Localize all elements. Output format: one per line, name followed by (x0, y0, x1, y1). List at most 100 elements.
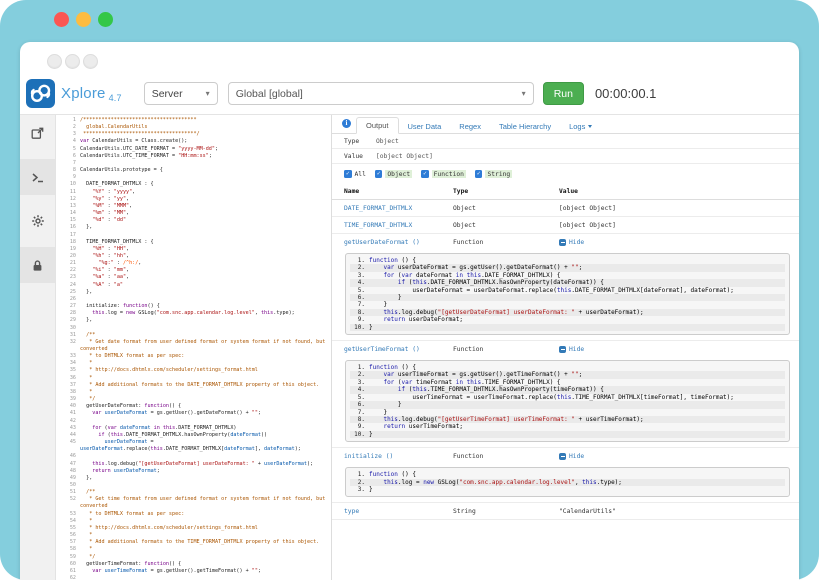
property-link[interactable]: initialize () (344, 453, 453, 460)
line-number: 47 (56, 461, 80, 468)
hide-link[interactable]: Hide (559, 453, 799, 460)
hide-link[interactable]: Hide (559, 239, 799, 246)
line-number: 11 (56, 189, 80, 196)
code-line: 10.} (350, 324, 785, 331)
caret-down-icon (588, 125, 592, 128)
code-line: 1.function () { (350, 471, 785, 478)
code-editor[interactable]: 1/*************************************2… (56, 115, 331, 580)
code-line: 45 userDateFormat = userDateFormat.repla… (56, 439, 331, 453)
property-link[interactable]: getUserTimeFormat () (344, 346, 453, 353)
browser-frame: Xplore4.7 Server▾ Global [global]▾ Run 0… (0, 0, 819, 580)
type-filter-bar: All Object Function String (332, 164, 799, 183)
property-link[interactable]: TIME_FORMAT_DHTMLX (344, 222, 453, 229)
result-value-value: [object Object] (376, 153, 433, 160)
checkbox-object[interactable] (375, 170, 383, 178)
tab-user-data[interactable]: User Data (399, 119, 451, 134)
info-tab[interactable]: i (342, 115, 351, 130)
line-number: 5 (56, 146, 80, 153)
code-line: 2. var userDateFormat = gs.getUser().get… (350, 264, 785, 271)
code-line: 29 }, (56, 317, 331, 324)
settings-button[interactable] (20, 203, 55, 239)
security-button[interactable] (20, 247, 55, 283)
tab-output[interactable]: Output (356, 117, 399, 134)
function-source-block: 1.function () {2. var userDateFormat = g… (345, 253, 790, 335)
terminal-icon (31, 171, 44, 184)
table-row: getUserTimeFormat () Function Hide (332, 340, 799, 357)
run-button[interactable]: Run (543, 82, 584, 105)
code-line: 30 (56, 325, 331, 332)
code-line: 3. for (var timeFormat in this.TIME_FORM… (350, 379, 785, 386)
console-button[interactable] (20, 159, 55, 195)
checkbox-function[interactable] (421, 170, 429, 178)
line-number: 9 (56, 174, 80, 181)
code-line: 17 (56, 232, 331, 239)
xplore-window: Xplore4.7 Server▾ Global [global]▾ Run 0… (20, 42, 799, 580)
code-line: 27 initialize: function() { (56, 303, 331, 310)
line-number: 44 (56, 432, 80, 439)
code-line: 6CalendarUtils.UTC_TIME_FORMAT = "HH:mm:… (56, 153, 331, 160)
line-number: 2. (350, 371, 369, 378)
result-type-value: Object (376, 138, 399, 145)
chevron-down-icon: ▾ (206, 89, 210, 98)
app-title: Xplore4.7 (61, 85, 122, 103)
code-line: 60 getUserTimeFormat: function() { (56, 561, 331, 568)
code-line: 9 (56, 174, 331, 181)
line-number: 1. (350, 257, 369, 264)
line-number: 41 (56, 410, 80, 417)
property-link[interactable]: DATE_FORMAT_DHTMLX (344, 205, 453, 212)
line-number: 59 (56, 554, 80, 561)
line-number: 17 (56, 232, 80, 239)
open-in-new-window-button[interactable] (20, 115, 55, 151)
checkbox-string[interactable] (475, 170, 483, 178)
line-number: 3. (350, 486, 369, 493)
code-line: 39 */ (56, 396, 331, 403)
code-line: 5CalendarUtils.UTC_DATE_FORMAT = "yyyy-M… (56, 146, 331, 153)
xplore-logo-icon (26, 79, 55, 108)
scope-select[interactable]: Global [global]▾ (228, 82, 534, 105)
server-select[interactable]: Server▾ (144, 82, 218, 105)
hide-link[interactable]: Hide (559, 346, 799, 353)
code-line: 51 /** (56, 489, 331, 496)
line-number: 18 (56, 239, 80, 246)
tab-logs[interactable]: Logs (560, 119, 601, 134)
code-line: 26 (56, 296, 331, 303)
filter-function: Function (421, 170, 466, 178)
code-line: 47 this.log.debug("[getUserDateFormat] u… (56, 461, 331, 468)
line-number: 7. (350, 409, 369, 416)
col-name: Name (344, 188, 453, 195)
maximize-window-button[interactable] (98, 12, 113, 27)
code-line: 49 }, (56, 475, 331, 482)
close-window-button[interactable] (54, 12, 69, 27)
function-source-block: 1.function () {2. var userTimeFormat = g… (345, 360, 790, 442)
line-number: 42 (56, 418, 80, 425)
checkbox-all[interactable] (344, 170, 352, 178)
code-line: 1.function () { (350, 364, 785, 371)
code-line: 4. if (this.TIME_FORMAT_DHTMLX.hasOwnPro… (350, 386, 785, 393)
code-line: 21 "%g:" : /^h:/, (56, 260, 331, 267)
code-line: 35 * http://docs.dhtmlx.com/scheduler/se… (56, 367, 331, 374)
property-link[interactable]: getUserDateFormat () (344, 239, 453, 246)
line-number: 8. (350, 416, 369, 423)
line-number: 20 (56, 253, 80, 260)
result-type-label: Type (344, 138, 376, 145)
tab-regex[interactable]: Regex (450, 119, 490, 134)
line-number: 53 (56, 511, 80, 518)
code-line: 2 global.CalendarUtils (56, 124, 331, 131)
result-value-label: Value (344, 153, 376, 160)
minimize-window-button[interactable] (76, 12, 91, 27)
code-line: 10.} (350, 431, 785, 438)
line-number: 62 (56, 575, 80, 580)
code-line: 3.} (350, 486, 785, 493)
line-number: 50 (56, 482, 80, 489)
code-line: 7 (56, 160, 331, 167)
properties-table: Name Type Value DATE_FORMAT_DHTMLX Objec… (332, 183, 799, 520)
table-row: TIME_FORMAT_DHTMLX Object [object Object… (332, 217, 799, 234)
line-number: 4. (350, 386, 369, 393)
line-number: 4 (56, 138, 80, 145)
property-link[interactable]: type (344, 508, 453, 515)
tab-table-hierarchy[interactable]: Table Hierarchy (490, 119, 560, 134)
line-number: 10. (350, 324, 369, 331)
line-number: 6 (56, 153, 80, 160)
line-number: 12 (56, 196, 80, 203)
code-line: 36 * (56, 375, 331, 382)
